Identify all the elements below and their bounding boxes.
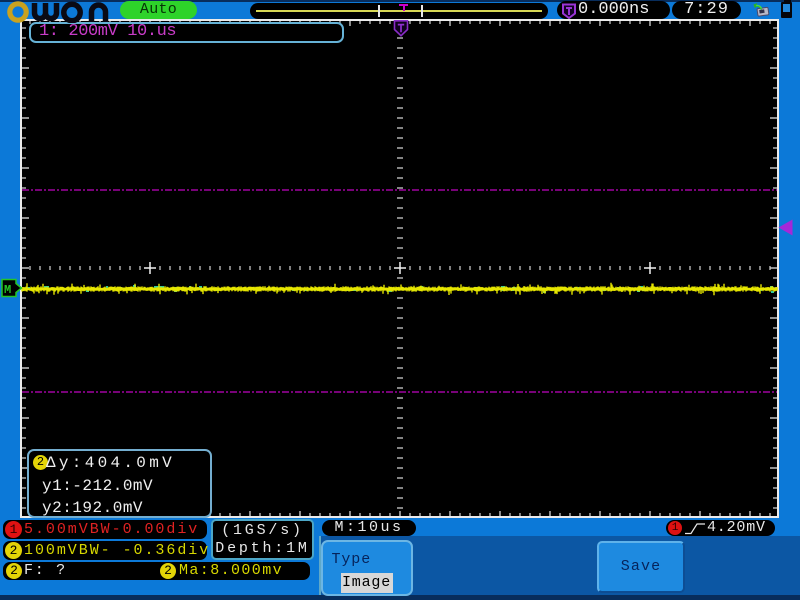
- svg-text:M: M: [4, 283, 11, 297]
